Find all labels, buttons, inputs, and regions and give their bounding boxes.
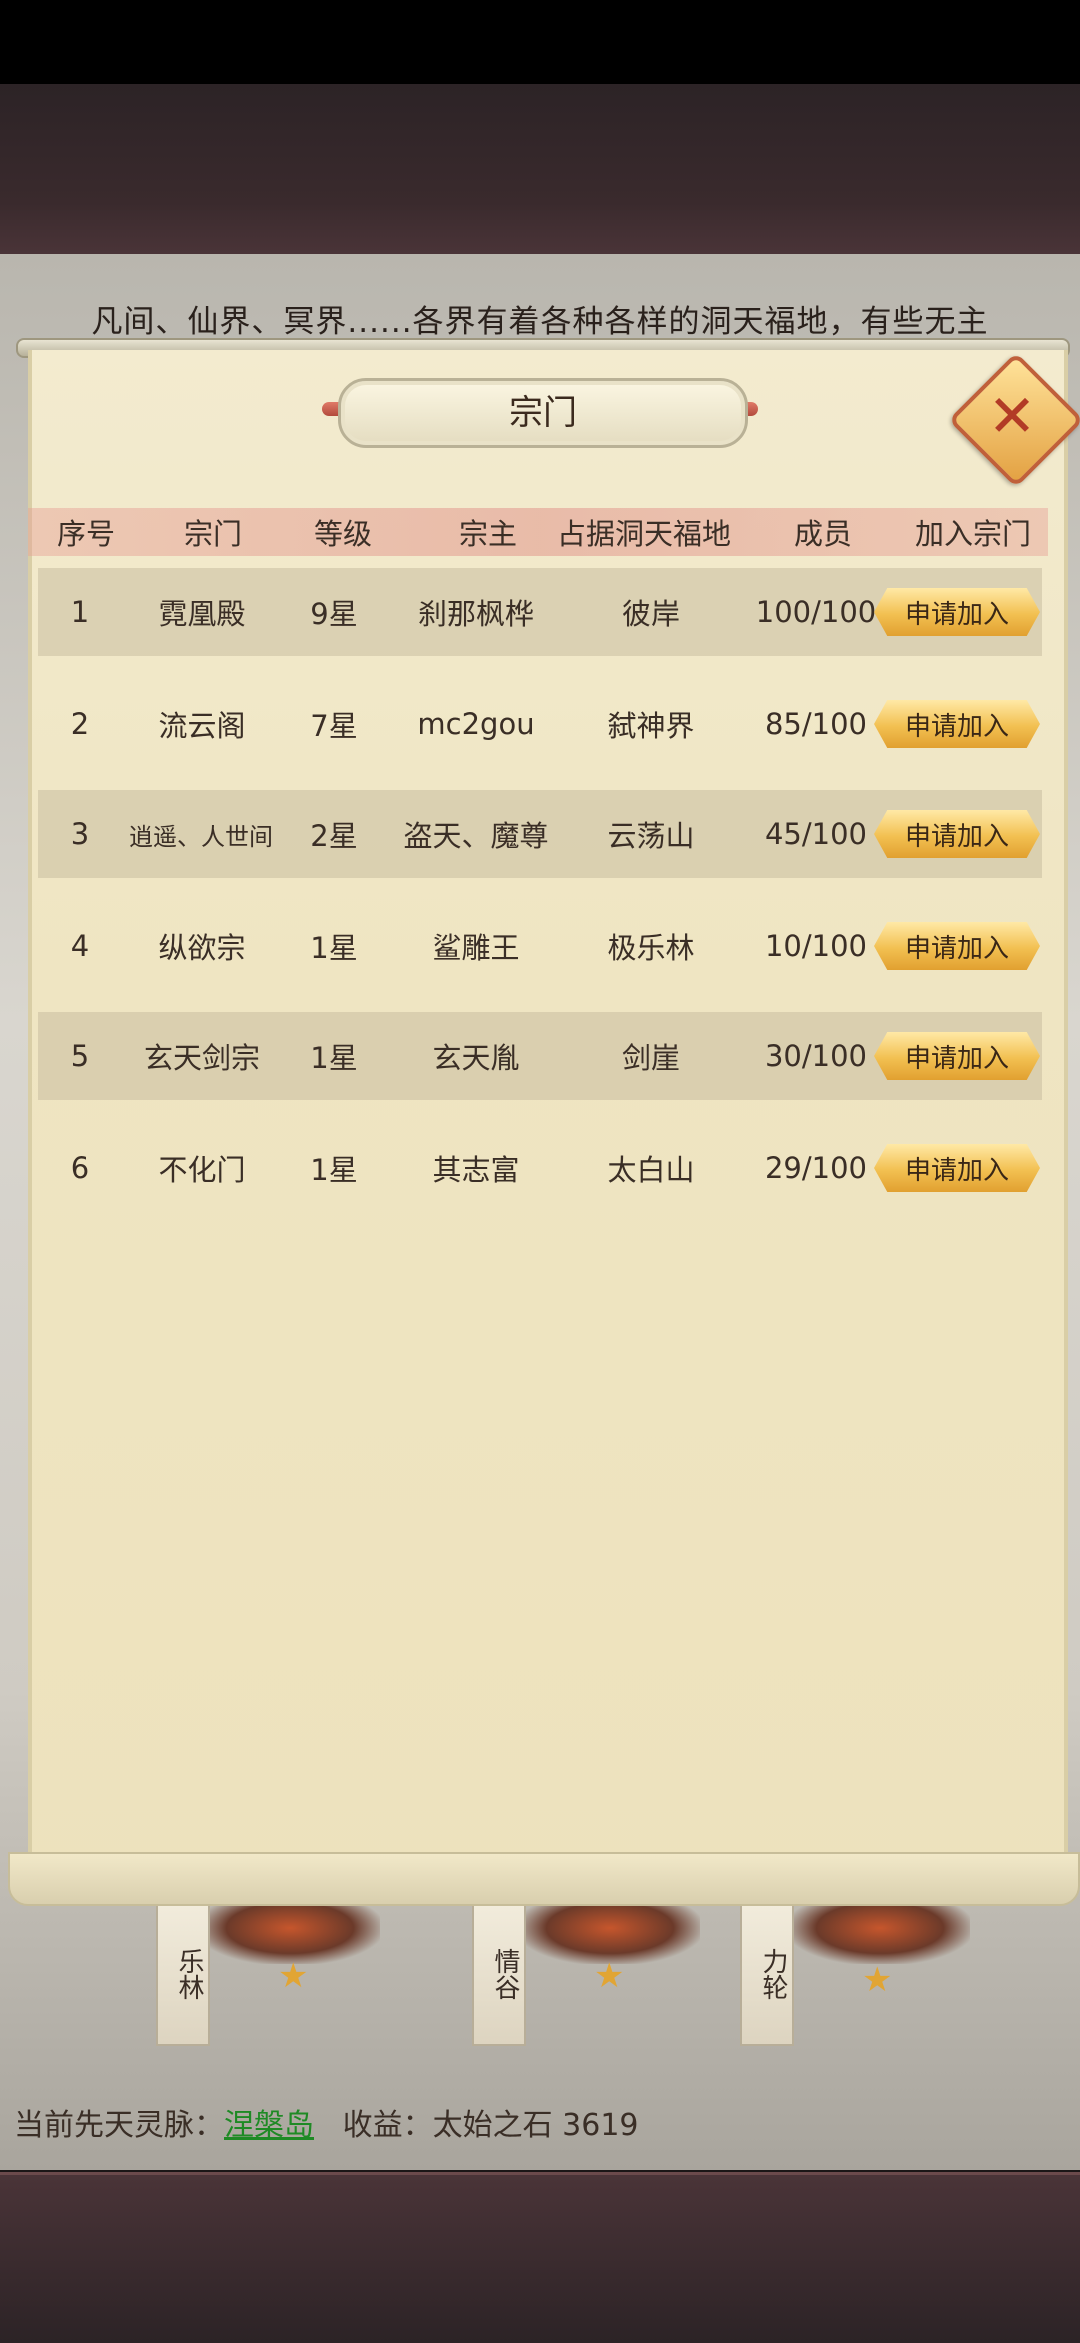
table-row: 5 玄天剑宗 1星 玄天胤 剑崖 30/100 申请加入 — [38, 1012, 1042, 1100]
row-realm: 剑崖 — [621, 1041, 680, 1075]
apply-join-button[interactable]: 申请加入 — [874, 1144, 1040, 1192]
row-realm: 极乐林 — [607, 931, 695, 965]
apply-join-button[interactable]: 申请加入 — [874, 700, 1040, 748]
column-header-members: 成员 — [793, 517, 852, 551]
row-join-cell: 申请加入 — [872, 902, 1042, 990]
table-row: 2 流云阁 7星 mc2gou 弑神界 85/100 申请加入 — [38, 680, 1042, 768]
row-level: 7星 — [310, 709, 358, 743]
row-join-cell: 申请加入 — [872, 680, 1042, 768]
map-banner-1[interactable]: 乐林 — [156, 1902, 210, 2046]
row-no: 4 — [70, 929, 90, 963]
vein-label: 当前先天灵脉： — [14, 2108, 224, 2143]
income-label: 收益：太始之石 3619 — [342, 2108, 639, 2143]
dialog-title: 宗门 — [338, 378, 748, 448]
row-join-cell: 申请加入 — [872, 1124, 1042, 1212]
vein-link[interactable]: 涅槃岛 — [224, 2108, 314, 2143]
row-leader: 盗天、魔尊 — [403, 819, 549, 853]
table-row: 3 逍遥、人世间 2星 盗天、魔尊 云荡山 45/100 申请加入 — [38, 790, 1042, 878]
status-bar-area — [0, 0, 1080, 84]
row-realm: 云荡山 — [607, 819, 695, 853]
column-header-no: 序号 — [56, 517, 115, 551]
column-header-realm: 占据洞天福地 — [556, 517, 731, 551]
star-icon: ★ — [862, 1960, 893, 2000]
row-sect: 霓凰殿 — [158, 597, 246, 631]
row-level: 2星 — [310, 819, 358, 853]
row-join-cell: 申请加入 — [872, 568, 1042, 656]
map-banner-3[interactable]: 力轮 — [740, 1902, 794, 2046]
table-row: 4 纵欲宗 1星 鲨雕王 极乐林 10/100 申请加入 — [38, 902, 1042, 990]
intro-text: 凡间、仙界、冥界......各界有着各种各样的洞天福地，有些无主 — [91, 304, 989, 340]
map-location-rock — [790, 1904, 970, 1964]
star-icon: ★ — [594, 1956, 625, 1996]
row-level: 1星 — [310, 1153, 358, 1187]
table-header: 序号 宗门 等级 宗主 占据洞天福地 成员 加入宗门 — [28, 508, 1048, 556]
row-join-cell: 申请加入 — [872, 1012, 1042, 1100]
row-leader: 鲨雕王 — [432, 931, 520, 965]
row-level: 1星 — [310, 931, 358, 965]
row-level: 1星 — [310, 1041, 358, 1075]
row-no: 6 — [70, 1151, 90, 1185]
map-location-rock — [200, 1904, 380, 1964]
apply-join-button[interactable]: 申请加入 — [874, 922, 1040, 970]
row-realm: 彼岸 — [621, 597, 680, 631]
table-row: 1 霓凰殿 9星 刹那枫桦 彼岸 100/100 申请加入 — [38, 568, 1042, 656]
apply-join-button[interactable]: 申请加入 — [874, 810, 1040, 858]
row-leader: mc2gou — [417, 707, 535, 741]
bottom-frame — [0, 2172, 1080, 2343]
row-level: 9星 — [310, 597, 358, 631]
row-no: 2 — [70, 707, 90, 741]
apply-join-button[interactable]: 申请加入 — [874, 588, 1040, 636]
column-header-join: 加入宗门 — [914, 517, 1031, 551]
scroll-bottom-rod — [8, 1852, 1080, 1906]
map-banner-2[interactable]: 情谷 — [472, 1902, 526, 2046]
close-icon[interactable]: ✕ — [968, 372, 1056, 460]
status-line: 当前先天灵脉：涅槃岛 收益：太始之石 3619 — [14, 2100, 639, 2144]
row-sect: 不化门 — [158, 1153, 246, 1187]
top-frame — [0, 84, 1080, 257]
row-sect: 流云阁 — [158, 709, 246, 743]
row-realm: 弑神界 — [607, 709, 695, 743]
row-no: 3 — [70, 817, 90, 851]
row-sect: 纵欲宗 — [158, 931, 246, 965]
column-header-sect: 宗门 — [183, 517, 242, 551]
row-sect: 逍遥、人世间 — [129, 822, 273, 851]
row-leader: 刹那枫桦 — [417, 597, 534, 631]
row-no: 5 — [70, 1039, 90, 1073]
row-no: 1 — [70, 595, 90, 629]
row-leader: 其志富 — [432, 1153, 520, 1187]
row-sect: 玄天剑宗 — [143, 1041, 260, 1075]
row-realm: 太白山 — [607, 1153, 695, 1187]
star-icon: ★ — [278, 1956, 309, 1996]
table-row: 6 不化门 1星 其志富 太白山 29/100 申请加入 — [38, 1124, 1042, 1212]
row-join-cell: 申请加入 — [872, 790, 1042, 878]
apply-join-button[interactable]: 申请加入 — [874, 1032, 1040, 1080]
map-location-rock — [520, 1904, 700, 1964]
row-leader: 玄天胤 — [432, 1041, 520, 1075]
column-header-level: 等级 — [313, 517, 372, 551]
